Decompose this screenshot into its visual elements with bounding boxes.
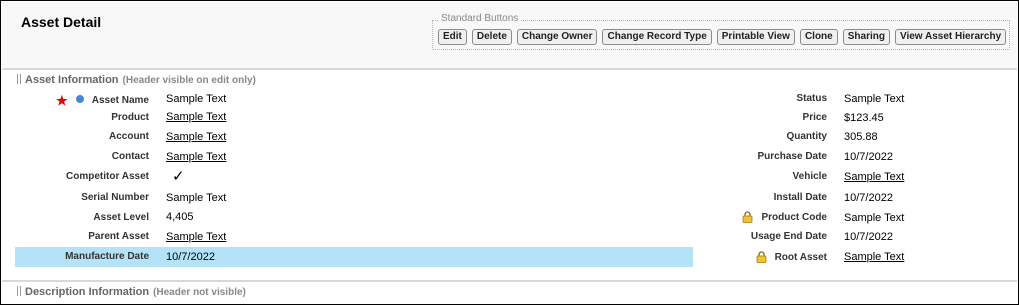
value-manufacture-date: 10/7/2022: [166, 251, 215, 263]
drag-handle-icon: [17, 74, 21, 84]
clone-button[interactable]: Clone: [799, 29, 838, 45]
label-purchase-date: Purchase Date: [757, 151, 827, 162]
label-root-asset: Root Asset: [774, 252, 827, 263]
drag-handle-icon: [17, 286, 21, 296]
required-icon: ★: [56, 93, 68, 108]
label-product-code: Product Code: [761, 212, 827, 223]
label-contact: Contact: [111, 151, 149, 162]
label-status: Status: [796, 93, 827, 104]
label-competitor-asset: Competitor Asset: [66, 171, 149, 182]
edit-button[interactable]: Edit: [438, 29, 467, 45]
sharing-button[interactable]: Sharing: [842, 29, 890, 45]
lock-icon: [742, 211, 753, 223]
label-asset-level: Asset Level: [93, 212, 149, 223]
label-usage-end-date: Usage End Date: [750, 231, 827, 242]
button-bar: Edit Delete Change Owner Change Record T…: [438, 29, 1007, 45]
asset-information-header[interactable]: Asset Information (Header visible on edit…: [17, 74, 256, 86]
value-install-date: 10/7/2022: [844, 192, 893, 204]
value-price: $123.45: [844, 112, 884, 124]
delete-button[interactable]: Delete: [471, 29, 512, 45]
value-asset-name: Sample Text: [166, 93, 227, 105]
value-serial-number: Sample Text: [166, 192, 227, 204]
value-product-code: Sample Text: [844, 212, 905, 224]
value-usage-end-date: 10/7/2022: [844, 231, 893, 243]
standard-buttons-legend: Standard Buttons: [439, 13, 521, 24]
link-root-asset[interactable]: Sample Text: [844, 251, 904, 263]
change-record-type-button[interactable]: Change Record Type: [602, 29, 712, 45]
label-quantity: Quantity: [786, 131, 827, 142]
link-contact[interactable]: Sample Text: [166, 151, 226, 163]
section-note: (Header visible on edit only): [122, 75, 256, 86]
section-divider: [2, 280, 1017, 282]
asset-detail-page: Asset Detail Standard Buttons Edit Delet…: [0, 0, 1019, 305]
label-parent-asset: Parent Asset: [88, 231, 149, 242]
section-note: (Header not visible): [153, 287, 246, 298]
label-account: Account: [109, 131, 149, 142]
label-vehicle: Vehicle: [792, 171, 827, 182]
description-information-header[interactable]: Description Information (Header not visib…: [17, 286, 246, 298]
link-account[interactable]: Sample Text: [166, 131, 226, 143]
label-product: Product: [111, 112, 149, 123]
value-status: Sample Text: [844, 93, 905, 105]
lock-icon: [756, 251, 767, 263]
label-price: Price: [802, 112, 827, 123]
section-title: Description Information: [25, 286, 150, 298]
section-title: Asset Information: [25, 74, 119, 86]
checkmark-icon: ✓: [172, 168, 185, 185]
page-title: Asset Detail: [21, 14, 102, 30]
printable-view-button[interactable]: Printable View: [716, 29, 795, 45]
value-quantity: 305.88: [844, 131, 878, 143]
label-manufacture-date: Manufacture Date: [65, 251, 149, 262]
link-product[interactable]: Sample Text: [166, 111, 226, 123]
value-purchase-date: 10/7/2022: [844, 151, 893, 163]
indicator-dot-icon: [76, 95, 84, 103]
link-vehicle[interactable]: Sample Text: [844, 171, 904, 183]
value-asset-level: 4,405: [166, 211, 194, 223]
change-owner-button[interactable]: Change Owner: [516, 29, 598, 45]
label-install-date: Install Date: [773, 192, 827, 203]
view-asset-hierarchy-button[interactable]: View Asset Hierarchy: [894, 29, 1007, 45]
label-serial-number: Serial Number: [81, 192, 149, 203]
label-asset-name: Asset Name: [91, 95, 149, 106]
section-divider: [2, 68, 1017, 70]
link-parent-asset[interactable]: Sample Text: [166, 231, 226, 243]
